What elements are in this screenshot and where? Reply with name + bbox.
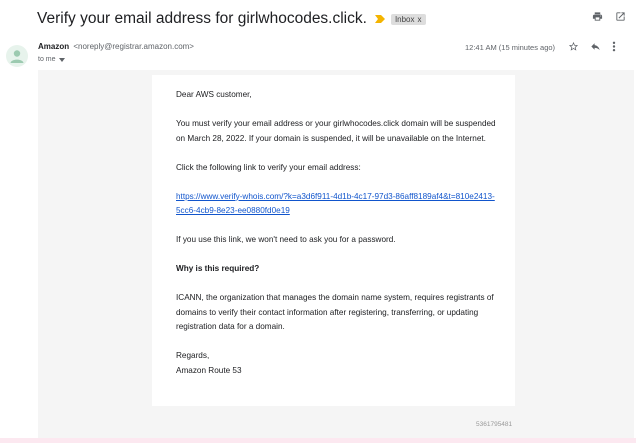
reply-icon[interactable]	[590, 41, 601, 52]
bottom-strip	[0, 438, 636, 443]
paragraph-instruction: Click the following link to verify your …	[176, 162, 361, 172]
star-icon[interactable]	[568, 41, 579, 52]
open-in-new-window-icon[interactable]	[615, 11, 626, 22]
email-subject: Verify your email address for girlwhocod…	[37, 10, 367, 27]
regards: Regards,	[176, 351, 210, 360]
message-footer-id: 5361795481	[476, 421, 513, 428]
sender-name[interactable]: Amazon	[38, 42, 69, 51]
inbox-label-chip[interactable]: Inbox x	[390, 13, 426, 25]
verification-link[interactable]: https://www.verify-whois.com/?k=a3d6f911…	[176, 192, 495, 216]
recipient-details-toggle[interactable]: to me	[38, 56, 65, 63]
message-actions	[568, 41, 616, 52]
remove-label-button[interactable]: x	[418, 15, 422, 24]
signature: Amazon Route 53	[176, 365, 242, 375]
greeting: Dear AWS customer,	[176, 90, 252, 99]
dropdown-arrow-icon[interactable]	[58, 57, 65, 62]
timestamp: 12:41 AM (15 minutes ago)	[465, 43, 556, 52]
sender-avatar[interactable]	[6, 45, 28, 67]
paragraph-no-password: If you use this link, we won't need to a…	[176, 235, 396, 244]
avatar-person-icon	[10, 50, 24, 63]
print-icon[interactable]	[592, 11, 603, 22]
recipient-text: to me	[38, 56, 56, 63]
paragraph-icann: ICANN, the organization that manages the…	[176, 293, 494, 331]
subject-row: Verify your email address for girlwhocod…	[37, 8, 426, 30]
importance-marker-icon[interactable]	[374, 15, 385, 23]
email-body-content: Dear AWS customer, You must verify your …	[176, 88, 496, 378]
inbox-label-text: Inbox	[394, 14, 415, 24]
more-options-icon[interactable]	[612, 41, 616, 52]
sender-email: <noreply@registrar.amazon.com>	[73, 42, 194, 51]
paragraph-deadline: You must verify your email address or yo…	[176, 119, 496, 143]
section-heading: Why is this required?	[176, 264, 260, 273]
sender-line: Amazon <noreply@registrar.amazon.com>	[38, 42, 194, 51]
top-toolbar	[592, 11, 626, 22]
